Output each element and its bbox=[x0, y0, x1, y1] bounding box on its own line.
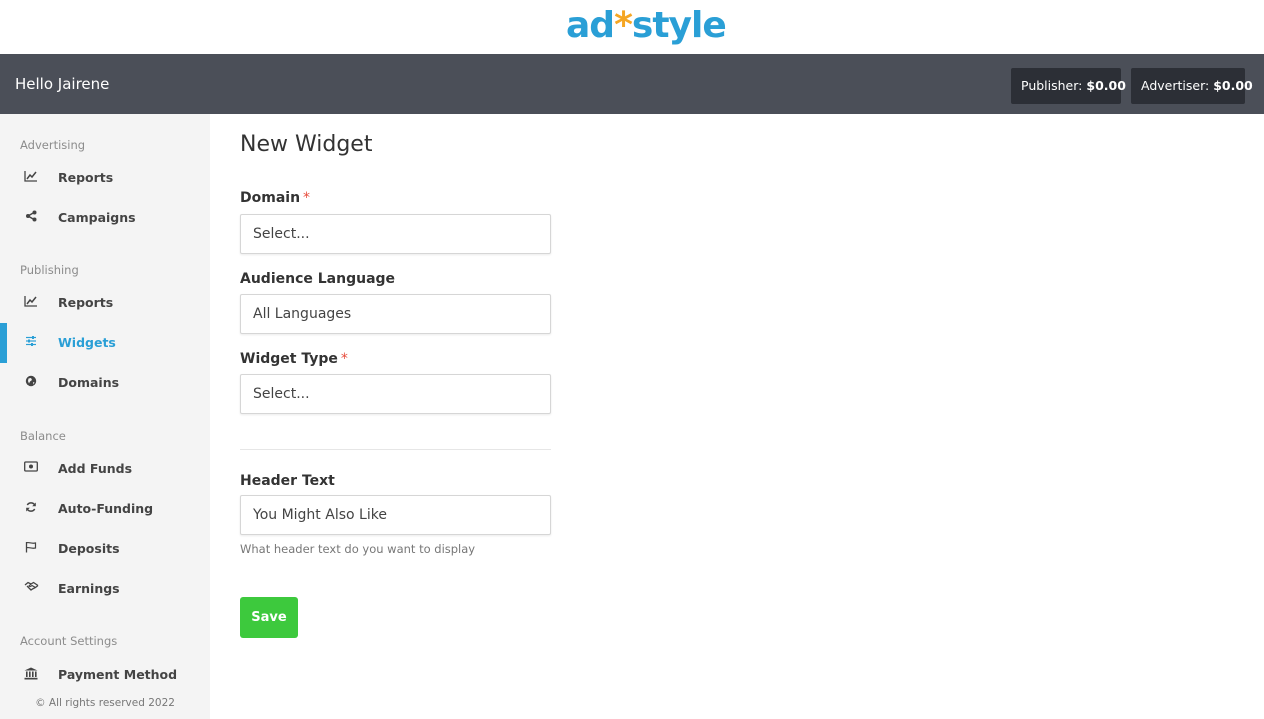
sidebar-item-advertising-reports[interactable]: Reports bbox=[0, 158, 210, 198]
sidebar-item-label: Reports bbox=[58, 170, 114, 185]
domain-label-text: Domain bbox=[240, 190, 301, 206]
bank-icon bbox=[23, 667, 39, 683]
advertiser-balance-button[interactable]: Advertiser: $0.00 bbox=[1131, 68, 1253, 104]
sidebar-item-widgets[interactable]: Widgets bbox=[0, 323, 210, 363]
logo-text-style: style bbox=[631, 5, 727, 46]
money-icon bbox=[23, 461, 39, 477]
sidebar-item-label: Deposits bbox=[58, 541, 120, 556]
audience-language-select[interactable]: All Languages bbox=[240, 294, 551, 334]
sidebar-item-label: Add Funds bbox=[58, 461, 133, 476]
greeting: Hello Jairene bbox=[15, 75, 110, 93]
form-divider bbox=[240, 449, 551, 450]
sidebar-item-earnings[interactable]: Earnings bbox=[0, 569, 210, 609]
header-text-label: Header Text bbox=[240, 473, 335, 489]
adstyle-logo[interactable]: ad*style bbox=[566, 2, 727, 50]
sidebar-item-label: Campaigns bbox=[58, 210, 136, 225]
publisher-balance-button[interactable]: Publisher: $0.00 bbox=[1011, 68, 1126, 104]
sidebar-item-label: Domains bbox=[58, 375, 120, 390]
globe-icon bbox=[23, 375, 39, 391]
domain-label: Domain * bbox=[240, 190, 310, 206]
sidebar-item-auto-funding[interactable]: Auto-Funding bbox=[0, 489, 210, 529]
sidebar-item-label: Earnings bbox=[58, 581, 120, 596]
sidebar-item-campaigns[interactable]: Campaigns bbox=[0, 198, 210, 238]
share-icon bbox=[23, 210, 39, 226]
page-title: New Widget bbox=[240, 132, 373, 157]
widget-type-label: Widget Type * bbox=[240, 351, 348, 367]
sliders-icon bbox=[23, 335, 39, 351]
header-text-help: What header text do you want to display bbox=[240, 542, 476, 556]
line-chart-icon bbox=[23, 295, 39, 311]
line-chart-icon bbox=[23, 170, 39, 186]
sidebar-item-label: Auto-Funding bbox=[58, 501, 154, 516]
section-publishing: Publishing bbox=[20, 263, 79, 277]
header-text-input[interactable]: You Might Also Like bbox=[240, 495, 551, 535]
save-button[interactable]: Save bbox=[240, 597, 298, 638]
widget-type-select[interactable]: Select... bbox=[240, 374, 551, 414]
sidebar-item-deposits[interactable]: Deposits bbox=[0, 529, 210, 569]
sidebar-item-publishing-reports[interactable]: Reports bbox=[0, 283, 210, 323]
section-advertising: Advertising bbox=[20, 138, 86, 152]
main-content: New Widget Domain * Select... Audience La… bbox=[210, 114, 1264, 719]
section-account-settings: Account Settings bbox=[20, 634, 118, 648]
widget-type-label-text: Widget Type bbox=[240, 351, 338, 367]
domain-select[interactable]: Select... bbox=[240, 214, 551, 254]
audience-language-label: Audience Language bbox=[240, 271, 396, 287]
sidebar-item-label: Payment Method bbox=[58, 667, 178, 682]
required-mark: * bbox=[303, 190, 311, 206]
sidebar-item-domains[interactable]: Domains bbox=[0, 363, 210, 403]
active-indicator bbox=[0, 323, 7, 363]
sidebar-item-payment-method[interactable]: Payment Method bbox=[0, 655, 210, 695]
advertiser-balance-label: Advertiser: bbox=[1141, 78, 1210, 93]
flag-icon bbox=[23, 541, 39, 557]
sidebar-item-label: Reports bbox=[58, 295, 114, 310]
publisher-balance-value: $0.00 bbox=[1086, 78, 1126, 93]
handshake-icon bbox=[23, 581, 39, 597]
refresh-icon bbox=[23, 501, 39, 517]
section-balance: Balance bbox=[20, 429, 66, 443]
sidebar-item-add-funds[interactable]: Add Funds bbox=[0, 449, 210, 489]
logo-text-ad: ad bbox=[566, 5, 615, 46]
sidebar: Advertising Reports Campaigns Publishing… bbox=[0, 114, 210, 719]
top-bar: Hello Jairene Publisher: $0.00 Advertise… bbox=[0, 54, 1264, 114]
advertiser-balance-value: $0.00 bbox=[1213, 78, 1253, 93]
logo-bar: ad*style bbox=[0, 0, 1264, 54]
required-mark: * bbox=[340, 351, 348, 367]
copyright: © All rights reserved 2022 bbox=[35, 697, 175, 709]
logo-dot: * bbox=[614, 5, 633, 46]
publisher-balance-label: Publisher: bbox=[1021, 78, 1083, 93]
sidebar-item-label: Widgets bbox=[58, 335, 116, 350]
